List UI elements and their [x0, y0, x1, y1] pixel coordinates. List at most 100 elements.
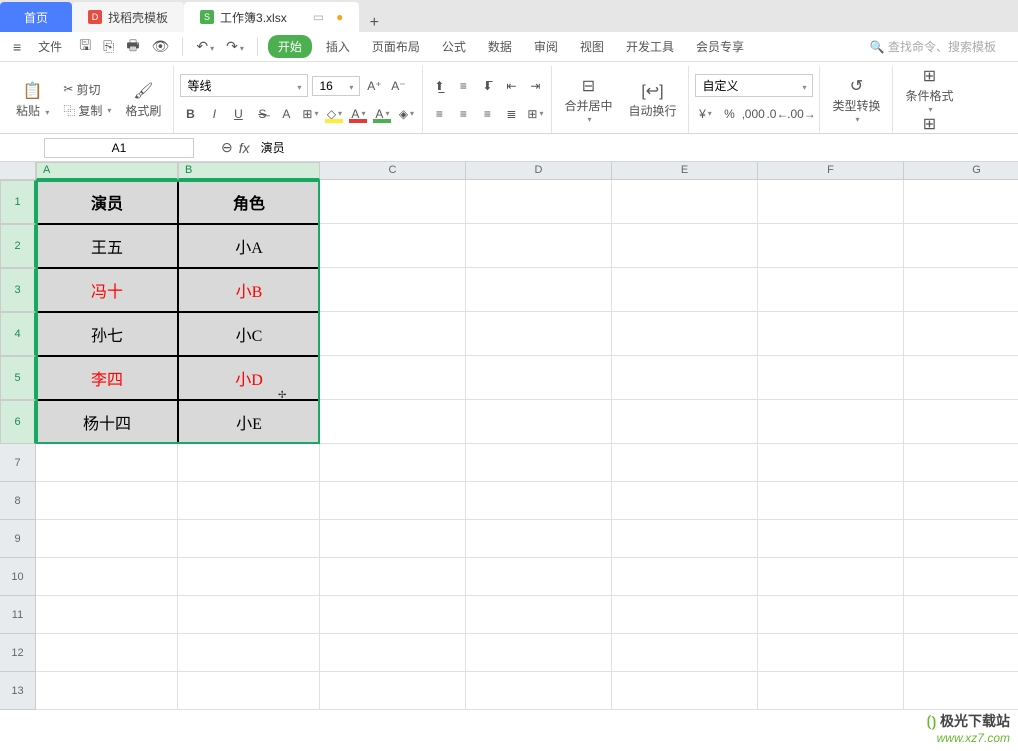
- cell-C7[interactable]: [320, 444, 466, 482]
- clear-format-button[interactable]: ◈: [396, 104, 416, 124]
- font-color-button[interactable]: A: [348, 104, 368, 124]
- undo-button[interactable]: ↶: [193, 38, 217, 55]
- cell-A9[interactable]: [36, 520, 178, 558]
- cell-C11[interactable]: [320, 596, 466, 634]
- cell-F7[interactable]: [758, 444, 904, 482]
- cell-G11[interactable]: [904, 596, 1018, 634]
- cell-F5[interactable]: [758, 356, 904, 400]
- search-box[interactable]: 🔍 查找命令、搜索模板: [870, 38, 996, 55]
- tab-insert[interactable]: 插入: [318, 38, 358, 55]
- tab-member[interactable]: 会员专享: [688, 38, 752, 55]
- file-menu[interactable]: 文件: [30, 38, 70, 55]
- cell-C1[interactable]: [320, 180, 466, 224]
- row-header-10[interactable]: 10: [0, 558, 36, 596]
- cell-D11[interactable]: [466, 596, 612, 634]
- cell-A7[interactable]: [36, 444, 178, 482]
- cell-E10[interactable]: [612, 558, 758, 596]
- wrap-text-button[interactable]: [↩] 自动换行: [622, 72, 682, 128]
- new-tab-button[interactable]: +: [359, 14, 389, 32]
- cell-F12[interactable]: [758, 634, 904, 672]
- select-all-corner[interactable]: [0, 162, 36, 180]
- cell-C6[interactable]: [320, 400, 466, 444]
- align-center-icon[interactable]: ≡: [453, 104, 473, 124]
- align-middle-icon[interactable]: ≡: [453, 76, 473, 96]
- preview-icon[interactable]: 👁: [149, 38, 173, 55]
- cut-button[interactable]: ✂剪切: [59, 79, 115, 100]
- text-format-button[interactable]: A: [276, 104, 296, 124]
- cell-E2[interactable]: [612, 224, 758, 268]
- cell-D12[interactable]: [466, 634, 612, 672]
- cell-D6[interactable]: [466, 400, 612, 444]
- tab-formula[interactable]: 公式: [434, 38, 474, 55]
- row-header-1[interactable]: 1: [0, 180, 36, 224]
- cell-B3[interactable]: 小B: [178, 268, 320, 312]
- col-header-D[interactable]: D: [466, 162, 612, 180]
- name-box[interactable]: A1: [44, 138, 194, 158]
- cell-G9[interactable]: [904, 520, 1018, 558]
- cell-B6[interactable]: 小E: [178, 400, 320, 444]
- align-right-icon[interactable]: ≡: [477, 104, 497, 124]
- cell-C3[interactable]: [320, 268, 466, 312]
- cell-G5[interactable]: [904, 356, 1018, 400]
- cell-E5[interactable]: [612, 356, 758, 400]
- number-format-select[interactable]: 自定义: [695, 74, 813, 97]
- tab-view[interactable]: 视图: [572, 38, 612, 55]
- align-bottom-icon[interactable]: ⬇̅: [477, 76, 497, 96]
- cell-A4[interactable]: 孙七: [36, 312, 178, 356]
- row-header-3[interactable]: 3: [0, 268, 36, 312]
- cell-C13[interactable]: [320, 672, 466, 710]
- cell-E7[interactable]: [612, 444, 758, 482]
- cell-A5[interactable]: 李四: [36, 356, 178, 400]
- cell-F2[interactable]: [758, 224, 904, 268]
- row-header-11[interactable]: 11: [0, 596, 36, 634]
- cell-F9[interactable]: [758, 520, 904, 558]
- formula-input[interactable]: [253, 139, 1018, 157]
- cell-G7[interactable]: [904, 444, 1018, 482]
- copy-button[interactable]: ⿻复制: [59, 100, 115, 121]
- tab-data[interactable]: 数据: [480, 38, 520, 55]
- cell-B5[interactable]: 小D: [178, 356, 320, 400]
- cell-E1[interactable]: [612, 180, 758, 224]
- spreadsheet-grid[interactable]: ABCDEFG 12345678910111213 演员角色王五小A冯十小B孙七…: [0, 162, 1018, 732]
- tab-developer[interactable]: 开发工具: [618, 38, 682, 55]
- row-header-8[interactable]: 8: [0, 482, 36, 520]
- cell-B2[interactable]: 小A: [178, 224, 320, 268]
- border-button[interactable]: ⊞: [300, 104, 320, 124]
- fill-color-button[interactable]: ◇: [324, 104, 344, 124]
- cell-A1[interactable]: 演员: [36, 180, 178, 224]
- cell-E9[interactable]: [612, 520, 758, 558]
- more-button[interactable]: ⊞: [899, 114, 959, 134]
- row-header-7[interactable]: 7: [0, 444, 36, 482]
- bold-button[interactable]: B: [180, 104, 200, 124]
- cell-D8[interactable]: [466, 482, 612, 520]
- align-justify-icon[interactable]: ≣: [501, 104, 521, 124]
- cell-B4[interactable]: 小C: [178, 312, 320, 356]
- align-top-icon[interactable]: ⬆̲: [429, 76, 449, 96]
- cell-D4[interactable]: [466, 312, 612, 356]
- window-icon[interactable]: ▭: [313, 10, 324, 24]
- template-tab[interactable]: D 找稻壳模板: [72, 2, 184, 32]
- col-header-F[interactable]: F: [758, 162, 904, 180]
- cell-B12[interactable]: [178, 634, 320, 672]
- cell-E3[interactable]: [612, 268, 758, 312]
- cell-A12[interactable]: [36, 634, 178, 672]
- font-size-select[interactable]: 16: [312, 76, 360, 96]
- cell-D9[interactable]: [466, 520, 612, 558]
- type-convert-button[interactable]: ↺ 类型转换: [826, 72, 886, 128]
- cell-B10[interactable]: [178, 558, 320, 596]
- increase-decimal-icon[interactable]: .00→: [791, 104, 811, 124]
- cell-E13[interactable]: [612, 672, 758, 710]
- row-header-13[interactable]: 13: [0, 672, 36, 710]
- cell-D5[interactable]: [466, 356, 612, 400]
- cell-F3[interactable]: [758, 268, 904, 312]
- cell-G10[interactable]: [904, 558, 1018, 596]
- cell-A2[interactable]: 王五: [36, 224, 178, 268]
- cell-B13[interactable]: [178, 672, 320, 710]
- save-icon[interactable]: 🖫: [76, 35, 94, 59]
- decrease-decimal-icon[interactable]: .0←: [767, 104, 787, 124]
- cell-F1[interactable]: [758, 180, 904, 224]
- cell-D7[interactable]: [466, 444, 612, 482]
- cell-G3[interactable]: [904, 268, 1018, 312]
- row-header-4[interactable]: 4: [0, 312, 36, 356]
- cell-A10[interactable]: [36, 558, 178, 596]
